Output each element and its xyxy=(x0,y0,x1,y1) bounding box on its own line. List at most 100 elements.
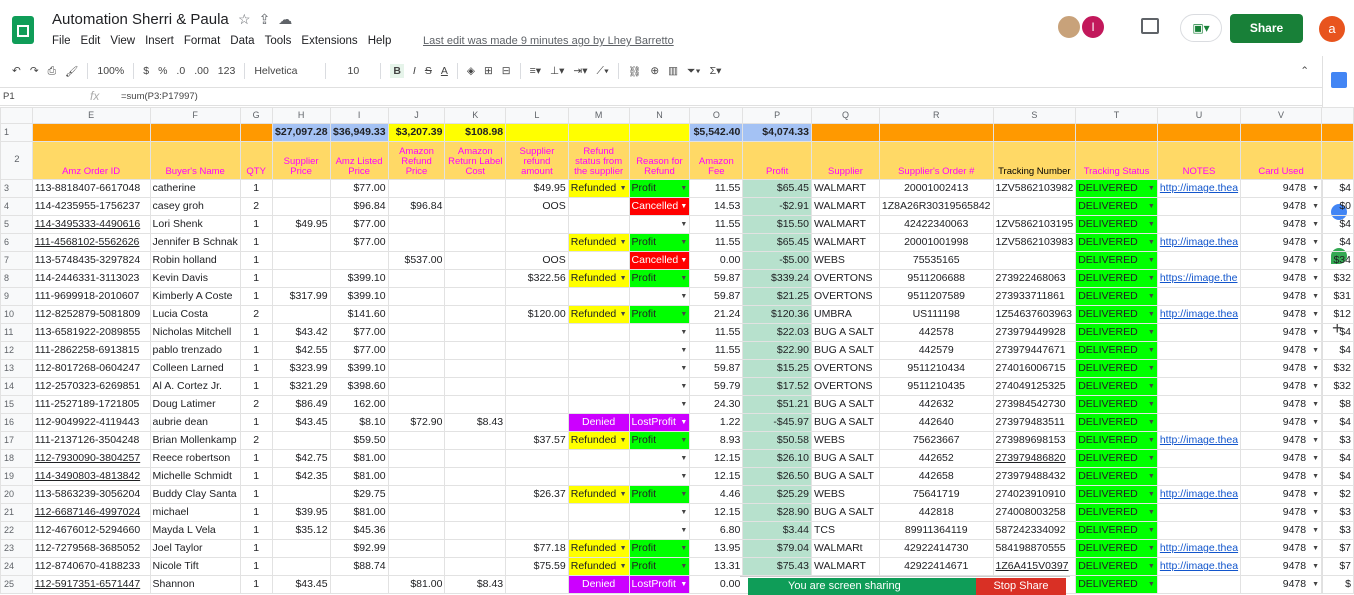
next-column-cell[interactable]: $ xyxy=(1321,575,1354,594)
notes-link-cell[interactable]: http://image.thea xyxy=(1156,557,1242,576)
dropdown-icon[interactable]: ▼ xyxy=(1148,559,1155,575)
dropdown-icon[interactable]: ▼ xyxy=(1148,217,1155,233)
dropdown-icon[interactable]: ▼ xyxy=(680,559,687,575)
row-header[interactable]: 16 xyxy=(0,413,33,432)
order-id-cell[interactable]: 112-4676012-5294660 xyxy=(31,521,151,540)
order-id-cell[interactable]: 111-2862258-6913815 xyxy=(31,341,151,360)
supplier-refund-cell[interactable]: OOS xyxy=(505,251,569,270)
profit-cell[interactable]: $50.58 xyxy=(742,431,812,450)
dropdown-icon[interactable]: ▼ xyxy=(1148,487,1155,503)
next-column-cell[interactable]: $4 xyxy=(1321,179,1354,198)
amazon-fee-cell[interactable]: 11.55 xyxy=(689,323,744,342)
valign-icon[interactable]: ⊥▾ xyxy=(550,65,564,77)
refund-price-cell[interactable] xyxy=(387,377,446,396)
refund-status-dropdown[interactable]: ▼ Refunded xyxy=(567,233,630,252)
qty-cell[interactable]: 2 xyxy=(239,305,273,324)
dropdown-icon[interactable]: ▼ xyxy=(680,181,687,197)
profit-cell[interactable]: $26.10 xyxy=(742,449,812,468)
supplier-order-cell[interactable]: 442658 xyxy=(878,467,994,486)
card-used-dropdown[interactable]: ▼ 9478 xyxy=(1240,485,1323,504)
supplier-price-cell[interactable] xyxy=(271,179,331,198)
listed-price-cell[interactable] xyxy=(329,575,389,594)
refund-reason-dropdown[interactable]: ▼ Cancelled xyxy=(628,251,691,270)
next-column-cell[interactable]: $4 xyxy=(1321,449,1354,468)
dropdown-icon[interactable]: ▼ xyxy=(680,541,687,557)
refund-reason-dropdown[interactable]: ▼ Profit xyxy=(628,269,691,288)
paint-format-icon[interactable]: 🖌 xyxy=(65,65,78,78)
dropdown-icon[interactable]: ▼ xyxy=(680,199,687,215)
card-used-dropdown[interactable]: ▼ 9478 xyxy=(1240,503,1323,522)
order-id-cell[interactable]: 114-4235955-1756237 xyxy=(31,197,151,216)
qty-cell[interactable]: 1 xyxy=(239,539,273,558)
refund-price-cell[interactable] xyxy=(387,215,446,234)
order-id-cell[interactable]: 113-5748435-3297824 xyxy=(31,251,151,270)
supplier-price-cell[interactable] xyxy=(271,431,331,450)
row-header[interactable]: 17 xyxy=(0,431,33,450)
refund-status-dropdown[interactable]: Denied xyxy=(567,413,630,432)
header-cell[interactable]: NOTES xyxy=(1156,141,1242,180)
next-column-cell[interactable]: $2 xyxy=(1321,485,1354,504)
label-cost-cell[interactable] xyxy=(444,233,507,252)
refund-price-cell[interactable] xyxy=(387,557,446,576)
row-header[interactable]: 14 xyxy=(0,377,33,396)
total-cell[interactable] xyxy=(878,123,994,142)
supplier-refund-cell[interactable] xyxy=(505,341,569,360)
tracking-status-dropdown[interactable]: ▼ DELIVERED xyxy=(1075,395,1158,414)
dropdown-icon[interactable]: ▼ xyxy=(1312,181,1319,197)
table-row[interactable]: 15 111-2527189-1721805 Doug Latimer 2 $86.49… xyxy=(0,395,1354,414)
refund-reason-dropdown[interactable]: ▼ Profit xyxy=(628,305,691,324)
notes-link-cell[interactable]: http://image.thea xyxy=(1156,179,1242,198)
qty-cell[interactable]: 1 xyxy=(239,503,273,522)
supplier-price-cell[interactable]: $317.99 xyxy=(271,287,331,306)
card-used-dropdown[interactable]: ▼ 9478 xyxy=(1240,431,1323,450)
next-column-cell[interactable]: $7 xyxy=(1321,557,1354,576)
qty-cell[interactable]: 1 xyxy=(239,287,273,306)
supplier-cell[interactable]: OVERTONS xyxy=(810,287,880,306)
dropdown-icon[interactable]: ▼ xyxy=(1312,415,1319,431)
supplier-refund-cell[interactable]: $77.18 xyxy=(505,539,569,558)
tracking-number-cell[interactable] xyxy=(992,197,1077,216)
amazon-fee-cell[interactable]: 12.15 xyxy=(689,467,744,486)
column-header[interactable]: R xyxy=(878,107,994,124)
dropdown-icon[interactable]: ▼ xyxy=(680,397,687,413)
next-column-cell[interactable]: $12 xyxy=(1321,305,1354,324)
total-cell[interactable]: $27,097.28 xyxy=(271,123,331,142)
dropdown-icon[interactable]: ▼ xyxy=(1312,505,1319,521)
profit-cell[interactable]: $17.52 xyxy=(742,377,812,396)
percent-button[interactable]: % xyxy=(158,65,167,77)
amazon-fee-cell[interactable]: 59.87 xyxy=(689,287,744,306)
refund-price-cell[interactable] xyxy=(387,503,446,522)
column-header[interactable]: N xyxy=(628,107,691,124)
amazon-fee-cell[interactable]: 11.55 xyxy=(689,215,744,234)
dropdown-icon[interactable]: ▼ xyxy=(1312,217,1319,233)
notes-link-cell[interactable] xyxy=(1156,503,1242,522)
supplier-cell[interactable]: BUG A SALT xyxy=(810,395,880,414)
supplier-price-cell[interactable] xyxy=(271,557,331,576)
refund-price-cell[interactable] xyxy=(387,269,446,288)
notes-link-cell[interactable] xyxy=(1156,341,1242,360)
listed-price-cell[interactable] xyxy=(329,251,389,270)
listed-price-cell[interactable]: $96.84 xyxy=(329,197,389,216)
refund-price-cell[interactable] xyxy=(387,359,446,378)
total-cell[interactable] xyxy=(1156,123,1242,142)
row-header[interactable]: 7 xyxy=(0,251,33,270)
next-column-cell[interactable]: $32 xyxy=(1321,359,1354,378)
listed-price-cell[interactable]: $45.36 xyxy=(329,521,389,540)
supplier-cell[interactable]: WALMART xyxy=(810,197,880,216)
star-icon[interactable]: ☆ xyxy=(238,11,259,27)
qty-cell[interactable]: 2 xyxy=(239,395,273,414)
amazon-fee-cell[interactable]: 6.80 xyxy=(689,521,744,540)
row-header[interactable]: 18 xyxy=(0,449,33,468)
dropdown-icon[interactable]: ▼ xyxy=(1312,271,1319,287)
buyer-name-cell[interactable]: catherine xyxy=(149,179,241,198)
strikethrough-button[interactable]: S xyxy=(425,65,432,77)
merge-cells-icon[interactable]: ⊟ xyxy=(502,65,511,77)
refund-reason-dropdown[interactable]: ▼ Profit xyxy=(628,431,691,450)
supplier-cell[interactable]: WEBS xyxy=(810,431,880,450)
supplier-price-cell[interactable]: $43.42 xyxy=(271,323,331,342)
refund-reason-dropdown[interactable]: ▼ LostProfit xyxy=(628,575,691,594)
listed-price-cell[interactable]: $77.00 xyxy=(329,323,389,342)
listed-price-cell[interactable]: $77.00 xyxy=(329,233,389,252)
label-cost-cell[interactable] xyxy=(444,503,507,522)
refund-status-dropdown[interactable] xyxy=(567,395,630,414)
